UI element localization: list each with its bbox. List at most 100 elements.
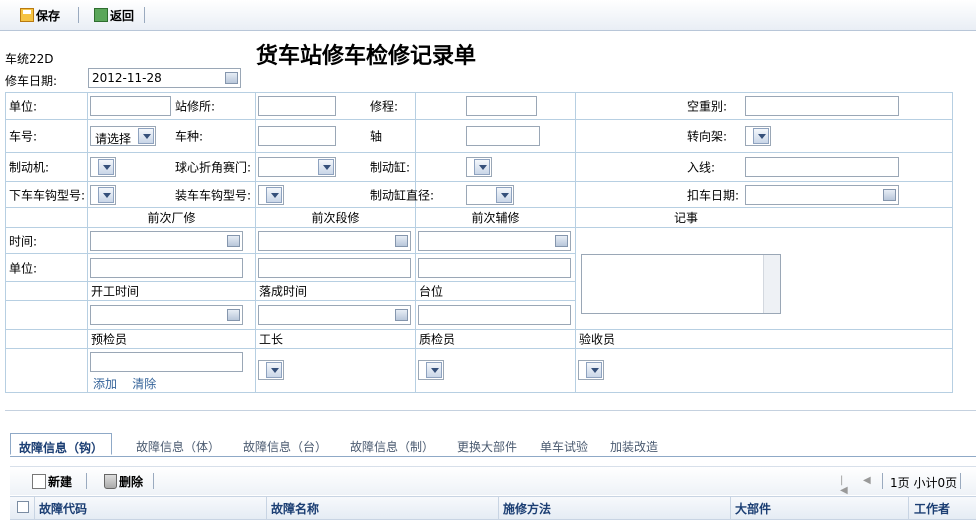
platform-cell: 台位 bbox=[415, 281, 576, 301]
quality-inspector-select[interactable] bbox=[418, 360, 444, 380]
depot-unit-input[interactable] bbox=[258, 258, 411, 278]
column-separator bbox=[266, 497, 267, 519]
col-fault-code[interactable]: 故障代码 bbox=[39, 500, 87, 517]
calendar-icon[interactable] bbox=[227, 235, 240, 247]
repair-type-cell bbox=[415, 92, 576, 120]
tab-fault-body[interactable]: 故障信息（体） bbox=[136, 438, 220, 455]
empty-heavy-label: 空重别: bbox=[687, 99, 728, 114]
bogie-select[interactable] bbox=[745, 126, 771, 146]
axle-input[interactable] bbox=[466, 126, 540, 146]
brake-cyl-select[interactable] bbox=[466, 157, 492, 177]
calendar-icon[interactable] bbox=[555, 235, 568, 247]
new-document-icon bbox=[32, 474, 46, 489]
scrollbar[interactable] bbox=[763, 255, 780, 313]
station-cell: 修程: bbox=[255, 92, 416, 120]
chevron-down-icon bbox=[266, 187, 282, 203]
calendar-icon[interactable] bbox=[395, 235, 408, 247]
save-label: 保存 bbox=[36, 8, 61, 23]
foreman-select[interactable] bbox=[258, 360, 284, 380]
coupler-down-select[interactable] bbox=[90, 185, 116, 205]
add-link[interactable]: 添加 bbox=[93, 377, 117, 391]
unit-label-cell: 单位: bbox=[5, 92, 88, 120]
delete-button[interactable]: 删除 bbox=[104, 473, 143, 490]
brake-label-cell: 制动机: bbox=[5, 152, 88, 182]
quality-inspector-cell: 质检员 bbox=[415, 329, 576, 349]
platform-input[interactable] bbox=[418, 305, 571, 325]
col-repair-method[interactable]: 施修方法 bbox=[503, 500, 551, 517]
notes-cell bbox=[575, 227, 953, 330]
column-separator bbox=[34, 497, 35, 519]
line-in-label: 入线: bbox=[687, 160, 716, 175]
depot-header: 前次段修 bbox=[255, 207, 416, 228]
col-fault-name[interactable]: 故障名称 bbox=[271, 500, 319, 517]
foreman-select-cell bbox=[255, 348, 416, 393]
coupler-up-label: 装车车钩型号: bbox=[175, 188, 252, 202]
notes-textarea[interactable] bbox=[581, 254, 781, 314]
aux-unit-input[interactable] bbox=[418, 258, 571, 278]
tab-single-car-test[interactable]: 单车试验 bbox=[540, 438, 588, 455]
toolbar: 保存 返回 bbox=[0, 0, 976, 31]
chevron-down-icon bbox=[98, 187, 114, 203]
first-page-icon[interactable]: |◀ bbox=[840, 476, 850, 496]
pre-inspector-input[interactable] bbox=[90, 352, 243, 372]
new-button[interactable]: 新建 bbox=[32, 473, 72, 490]
car-no-cell: 请选择 车种: bbox=[87, 119, 256, 153]
bogie-label: 转向架: bbox=[687, 129, 728, 144]
repair-date-value: 2012-11-28 bbox=[92, 71, 162, 85]
car-no-select-value: 请选择 bbox=[95, 132, 132, 146]
back-icon bbox=[94, 8, 108, 22]
delete-label: 删除 bbox=[119, 475, 144, 489]
column-separator bbox=[730, 497, 731, 519]
foreman-cell: 工长 bbox=[255, 329, 416, 349]
pager-info: 1页 小计0页 bbox=[890, 476, 958, 490]
tab-fault-brake[interactable]: 故障信息（制） bbox=[350, 438, 434, 455]
prev-page-icon[interactable]: ◀ bbox=[863, 476, 873, 486]
empty-heavy-input[interactable] bbox=[745, 96, 899, 116]
factory-time-field[interactable] bbox=[90, 231, 243, 251]
calendar-icon[interactable] bbox=[883, 189, 896, 201]
calendar-icon[interactable] bbox=[395, 309, 408, 321]
car-type-input[interactable] bbox=[258, 126, 336, 146]
chevron-down-icon bbox=[586, 362, 602, 378]
brake-select[interactable] bbox=[90, 157, 116, 177]
col-worker[interactable]: 工作者 bbox=[914, 500, 950, 517]
finish-time-cell: 落成时间 bbox=[255, 281, 416, 301]
coupler-down-label: 下车车钩型号: bbox=[9, 188, 86, 202]
save-button[interactable]: 保存 bbox=[20, 6, 60, 24]
finish-time-field[interactable] bbox=[258, 305, 411, 325]
clear-link[interactable]: 清除 bbox=[132, 377, 156, 391]
select-all-checkbox[interactable] bbox=[17, 501, 29, 513]
tab-replace-parts[interactable]: 更换大部件 bbox=[457, 438, 517, 455]
car-no-select[interactable]: 请选择 bbox=[90, 126, 156, 146]
repair-date-field[interactable]: 2012-11-28 bbox=[88, 68, 241, 88]
calendar-icon[interactable] bbox=[225, 72, 238, 84]
brake-cyl-dia-select[interactable] bbox=[466, 185, 514, 205]
tab-fault-coupler[interactable]: 故障信息（钩） bbox=[10, 433, 113, 455]
col-major-part[interactable]: 大部件 bbox=[735, 500, 771, 517]
detain-date-cell: 扣车日期: bbox=[575, 181, 953, 208]
start-time-field[interactable] bbox=[90, 305, 243, 325]
finish-time-label: 落成时间 bbox=[259, 284, 308, 299]
tab-fault-bogie[interactable]: 故障信息（台） bbox=[243, 438, 327, 455]
empty-cell bbox=[5, 348, 88, 393]
repair-type-input[interactable] bbox=[466, 96, 537, 116]
notes-header: 记事 bbox=[575, 207, 953, 228]
coupler-up-select[interactable] bbox=[258, 185, 284, 205]
car-type-label: 车种: bbox=[175, 129, 204, 144]
line-in-input[interactable] bbox=[745, 157, 899, 177]
back-button[interactable]: 返回 bbox=[94, 6, 134, 24]
acceptor-select[interactable] bbox=[578, 360, 604, 380]
car-no-label: 车号: bbox=[9, 129, 38, 144]
aux-time-field[interactable] bbox=[418, 231, 571, 251]
detain-date-field[interactable] bbox=[745, 185, 899, 205]
unit-input[interactable] bbox=[90, 96, 171, 116]
factory-header: 前次厂修 bbox=[87, 207, 256, 228]
station-input[interactable] bbox=[258, 96, 336, 116]
depot-time-field[interactable] bbox=[258, 231, 411, 251]
calendar-icon[interactable] bbox=[227, 309, 240, 321]
factory-unit-input[interactable] bbox=[90, 258, 243, 278]
tab-retrofit[interactable]: 加装改造 bbox=[610, 438, 658, 455]
ball-valve-label: 球心折角赛门: bbox=[175, 160, 252, 175]
chevron-down-icon bbox=[496, 187, 512, 203]
ball-valve-select[interactable] bbox=[258, 157, 336, 177]
